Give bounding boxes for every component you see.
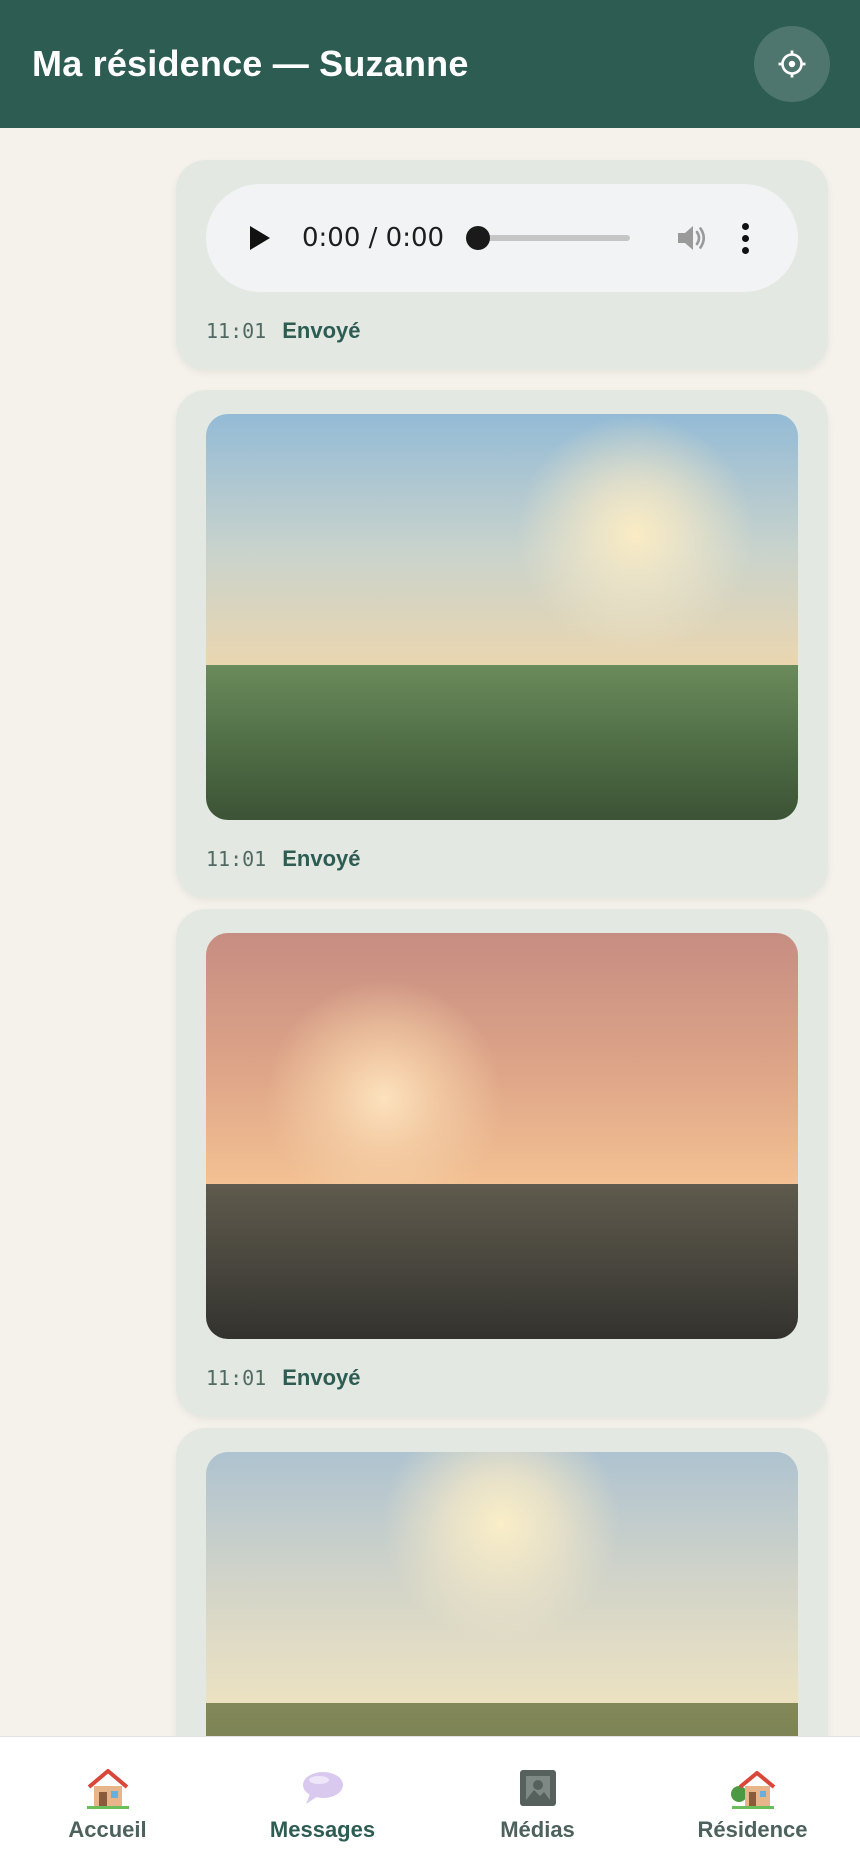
message-status: Envoyé <box>282 318 361 343</box>
photo-ground <box>206 665 798 820</box>
message-photo <box>176 1428 828 1736</box>
audio-seek-slider[interactable] <box>466 226 631 250</box>
seek-thumb[interactable] <box>466 226 491 250</box>
house-icon <box>84 1765 132 1811</box>
play-icon[interactable] <box>250 226 270 250</box>
message-meta: 11:01 Envoyé <box>206 292 798 370</box>
bottom-navigation: Accueil Messages Médias Résidence <box>0 1736 860 1864</box>
gear-icon <box>778 50 806 78</box>
photo-image[interactable] <box>206 1452 798 1736</box>
message-audio: 0:00 / 0:00 11:01 Envoyé <box>176 160 828 370</box>
nav-item-residence[interactable]: Résidence <box>645 1737 860 1864</box>
photo-sun <box>264 979 504 1219</box>
nav-item-messages[interactable]: Messages <box>215 1737 430 1864</box>
speech-bubble-icon <box>299 1765 347 1811</box>
message-feed[interactable]: 0:00 / 0:00 11:01 Envoyé 11:01 Envoyé 11… <box>0 128 860 1736</box>
more-options-icon[interactable] <box>742 222 750 254</box>
nav-label: Résidence <box>697 1816 808 1842</box>
page-title: Ma résidence — Suzanne <box>32 43 469 84</box>
photo-sun <box>515 414 755 654</box>
volume-icon[interactable] <box>676 223 708 253</box>
photo-ground <box>206 1184 798 1339</box>
nav-label: Accueil <box>68 1816 147 1842</box>
audio-time: 0:00 / 0:00 <box>302 223 445 253</box>
picture-frame-icon <box>514 1765 562 1811</box>
nav-label: Médias <box>500 1816 575 1842</box>
settings-button[interactable] <box>754 26 830 102</box>
photo-image[interactable] <box>206 414 798 820</box>
audio-player[interactable]: 0:00 / 0:00 <box>206 184 798 292</box>
nav-item-accueil[interactable]: Accueil <box>0 1737 215 1864</box>
photo-ground <box>206 1703 798 1736</box>
message-meta: 11:01 Envoyé <box>206 820 798 898</box>
message-photo: 11:01 Envoyé <box>176 390 828 898</box>
nav-item-medias[interactable]: Médias <box>430 1737 645 1864</box>
message-status: Envoyé <box>282 846 361 871</box>
app-header: Ma résidence — Suzanne <box>0 0 860 128</box>
message-time: 11:01 <box>206 1366 267 1390</box>
house-garden-icon <box>729 1765 777 1811</box>
message-time: 11:01 <box>206 319 267 343</box>
message-status: Envoyé <box>282 1365 361 1390</box>
message-photo: 11:01 Envoyé <box>176 909 828 1417</box>
message-time: 11:01 <box>206 847 267 871</box>
nav-label: Messages <box>269 1816 376 1842</box>
message-meta: 11:01 Envoyé <box>206 1339 798 1417</box>
photo-image[interactable] <box>206 933 798 1339</box>
